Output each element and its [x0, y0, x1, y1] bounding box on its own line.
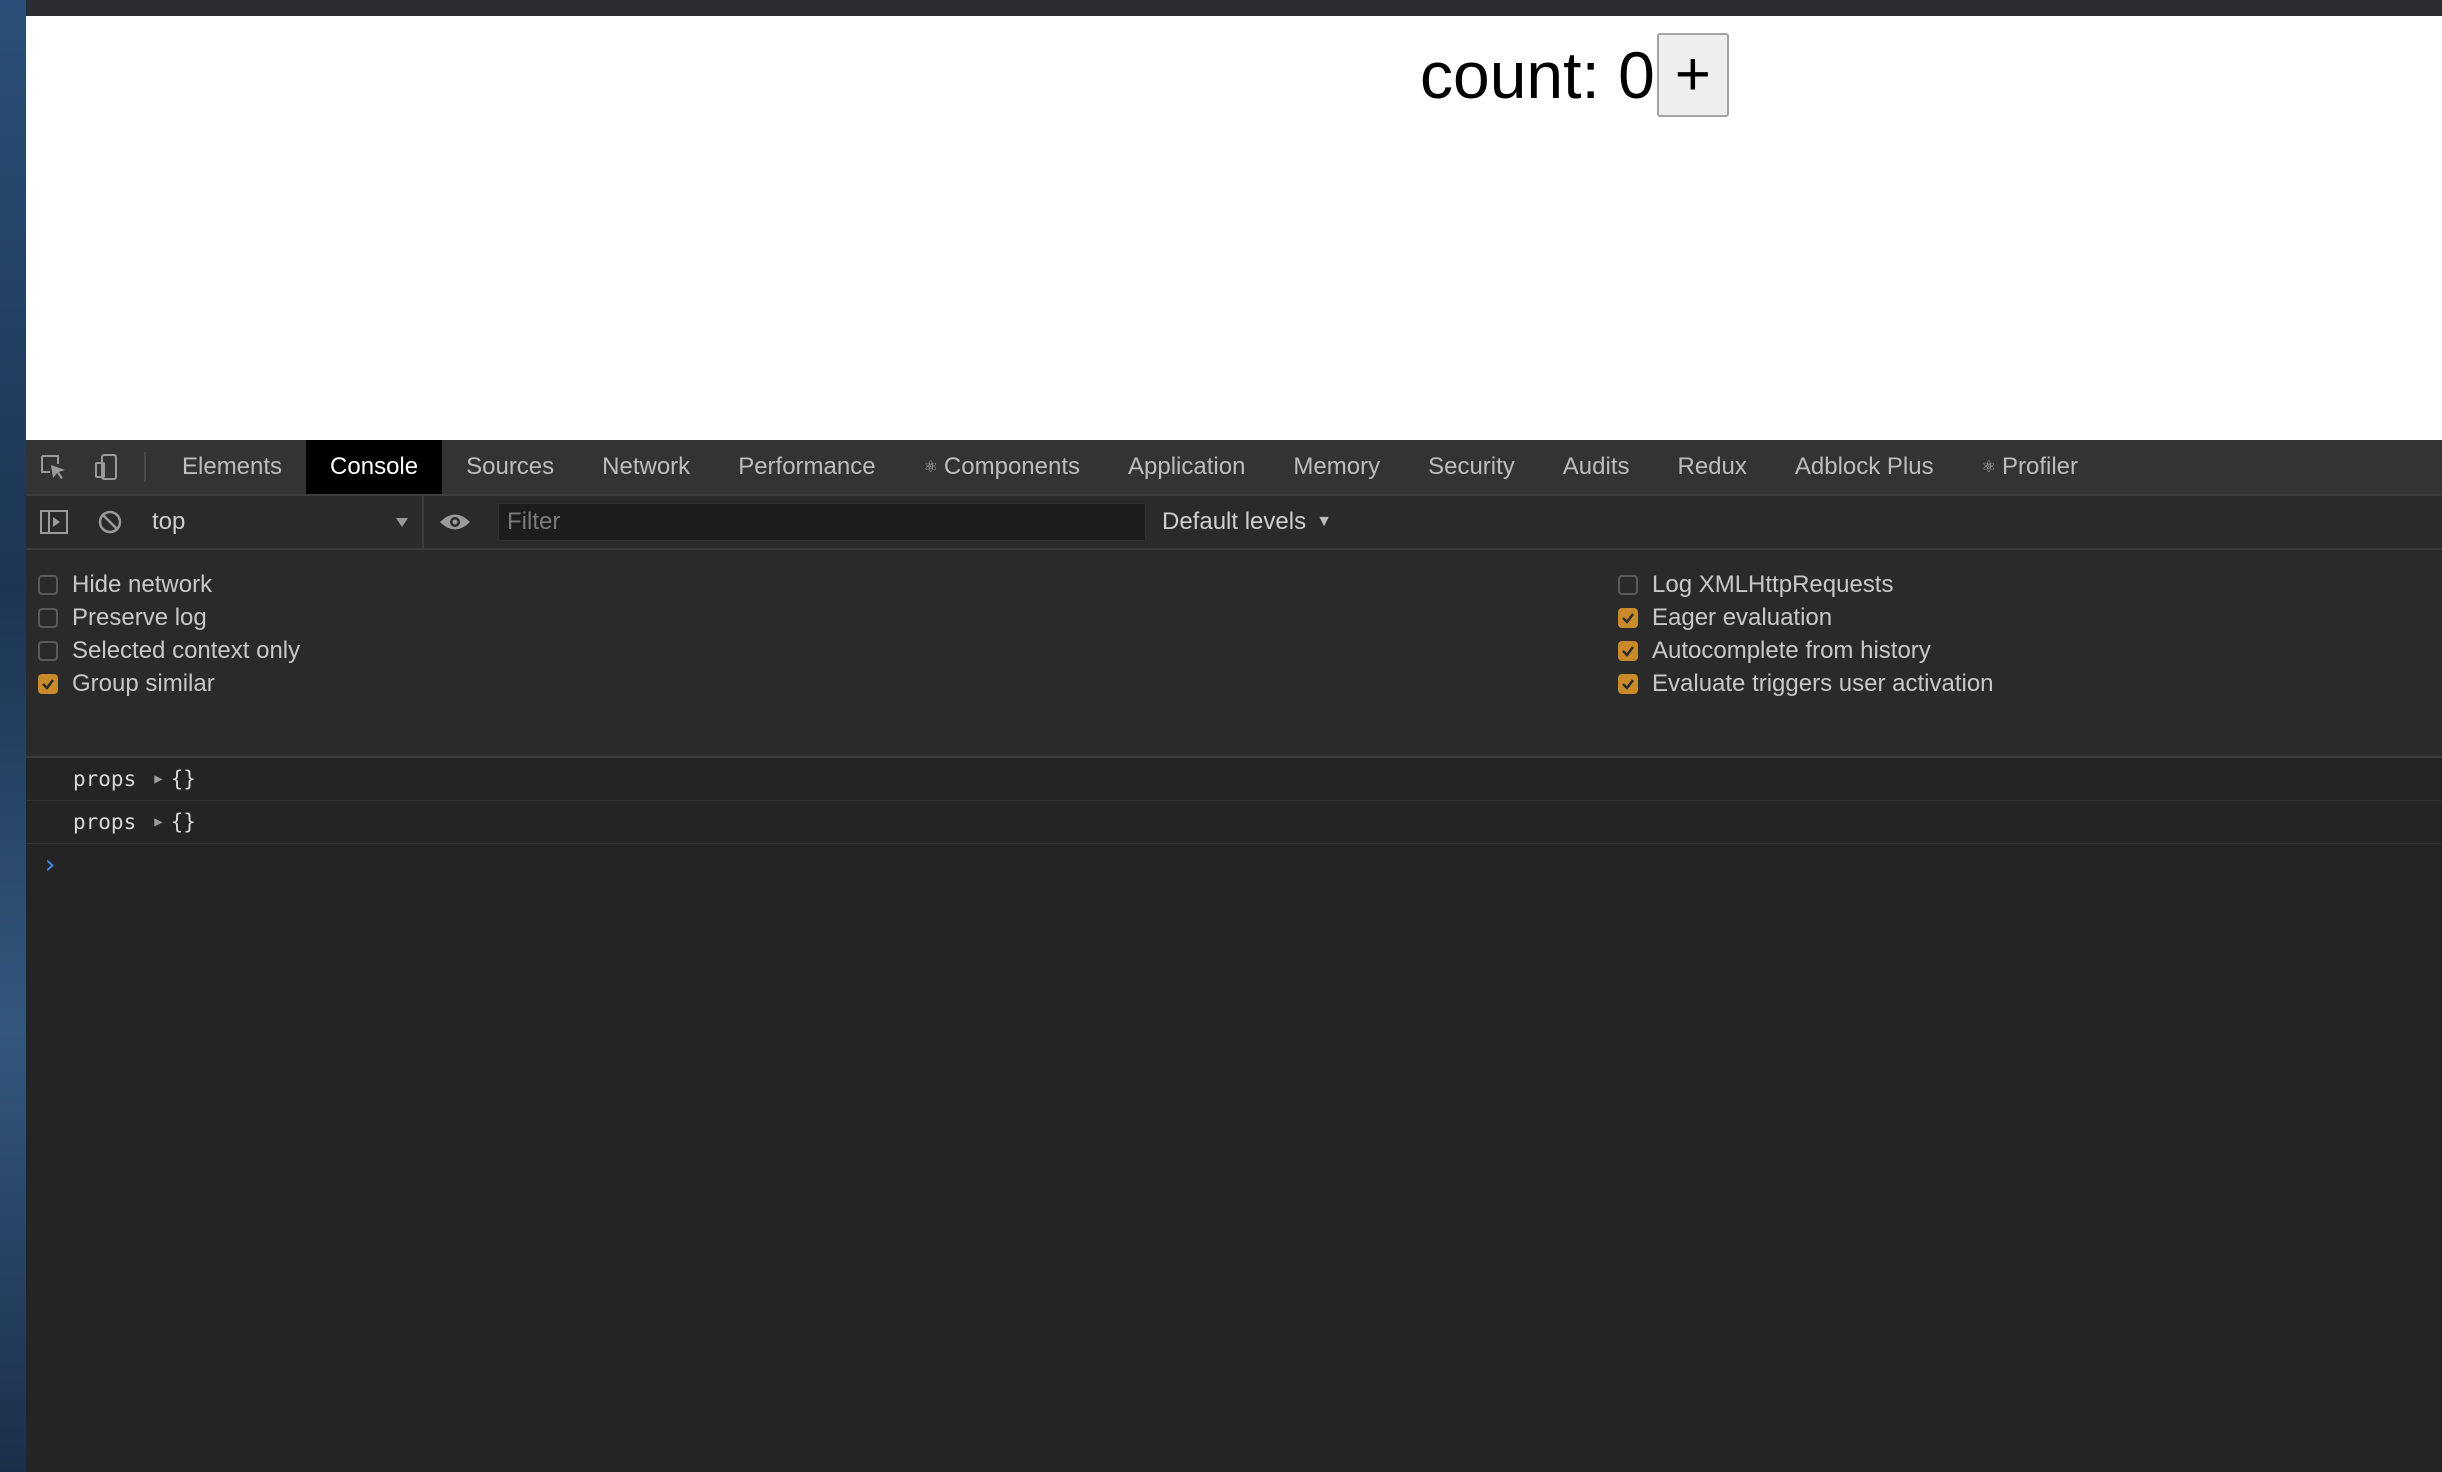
tab-network[interactable]: Network	[578, 440, 714, 494]
log-levels-label: Default levels	[1162, 508, 1307, 535]
console-settings: Hide network Preserve log Selected context…	[26, 550, 2442, 758]
setting-label: Preserve log	[72, 604, 207, 631]
browser-window: count: 0 + Elements Console Sources Network…	[26, 0, 2442, 1472]
counter: count: 0 +	[1420, 32, 1729, 118]
dropdown-arrow-icon: ▼	[1316, 513, 1332, 530]
inspect-element-icon[interactable]	[26, 440, 80, 494]
tab-sources[interactable]: Sources	[442, 440, 578, 494]
setting-label: Evaluate triggers user activation	[1652, 670, 1994, 697]
tab-label: Components	[943, 453, 1080, 480]
checkbox[interactable]	[38, 641, 58, 661]
setting-label: Group similar	[72, 670, 215, 697]
count-label: count: 0	[1420, 38, 1655, 112]
setting-group-similar[interactable]: Group similar	[38, 669, 215, 699]
console-prompt[interactable]: ›	[26, 844, 2442, 886]
setting-label: Autocomplete from history	[1652, 637, 1931, 664]
message-object[interactable]: {}	[171, 767, 196, 791]
console-message: props ▶ {}	[26, 758, 2442, 801]
setting-eager-evaluation[interactable]: Eager evaluation	[1618, 603, 1832, 633]
log-levels-dropdown[interactable]: Default levels ▼	[1162, 508, 1332, 536]
checkbox[interactable]	[38, 674, 58, 694]
setting-autocomplete-from-history[interactable]: Autocomplete from history	[1618, 636, 1931, 666]
tab-memory[interactable]: Memory	[1269, 440, 1404, 494]
tab-label: Profiler	[2001, 453, 2078, 480]
tab-performance[interactable]: Performance	[714, 440, 899, 494]
tab-adblock-plus[interactable]: Adblock Plus	[1771, 440, 1958, 494]
tab-label: Security	[1428, 453, 1515, 480]
device-toolbar-icon[interactable]	[80, 440, 134, 494]
page-viewport: count: 0 +	[26, 16, 2442, 440]
message-text: props	[73, 767, 137, 791]
sidebar-toggle-icon[interactable]	[26, 496, 82, 548]
setting-label: Eager evaluation	[1652, 604, 1833, 631]
tab-label: Adblock Plus	[1794, 453, 1934, 480]
tab-label: Console	[330, 453, 419, 480]
context-select-value: top	[152, 508, 186, 535]
tab-label: Elements	[182, 453, 283, 480]
context-select[interactable]: top	[138, 496, 424, 548]
checkbox[interactable]	[1618, 575, 1638, 595]
setting-preserve-log[interactable]: Preserve log	[38, 603, 207, 633]
tab-label: Network	[602, 453, 691, 480]
setting-label: Hide network	[72, 571, 213, 598]
live-expression-eye-icon[interactable]	[424, 496, 486, 548]
console-toolbar: top Default levels ▼	[26, 496, 2442, 550]
expand-triangle-icon[interactable]: ▶	[154, 814, 162, 830]
dropdown-arrow-icon	[396, 518, 408, 527]
setting-selected-context-only[interactable]: Selected context only	[38, 636, 300, 666]
message-object[interactable]: {}	[171, 810, 196, 834]
checkbox[interactable]	[1618, 608, 1638, 628]
console-messages: props ▶ {} props ▶ {}	[26, 758, 2442, 844]
tab-label: Audits	[1562, 453, 1630, 480]
checkbox[interactable]	[38, 575, 58, 595]
tab-redux[interactable]: Redux	[1654, 440, 1771, 494]
react-icon: ⚛	[923, 459, 938, 476]
increment-button[interactable]: +	[1656, 33, 1729, 117]
tab-label: Memory	[1293, 453, 1381, 480]
tab-bar-separator	[144, 452, 146, 482]
devtools-tab-bar: Elements Console Sources Network Performance…	[26, 440, 2442, 496]
devtools-tabs: Elements Console Sources Network Performance…	[158, 440, 2102, 494]
setting-label: Selected context only	[72, 637, 301, 664]
message-text: props	[73, 810, 137, 834]
tab-console[interactable]: Console	[306, 440, 443, 494]
tab-label: Application	[1128, 453, 1246, 480]
checkbox[interactable]	[38, 608, 58, 628]
devtools-panel: Elements Console Sources Network Performance…	[26, 440, 2442, 1472]
tab-label: Performance	[738, 453, 876, 480]
filter-input[interactable]	[498, 503, 1146, 541]
setting-log-xmlhttprequests[interactable]: Log XMLHttpRequests	[1618, 570, 1893, 600]
react-icon: ⚛	[1981, 459, 1996, 476]
tab-audits[interactable]: Audits	[1539, 440, 1654, 494]
checkbox[interactable]	[1618, 674, 1638, 694]
tab-security[interactable]: Security	[1404, 440, 1539, 494]
tab-label: Sources	[466, 453, 555, 480]
tab-components[interactable]: ⚛ Components	[900, 440, 1104, 494]
setting-hide-network[interactable]: Hide network	[38, 570, 212, 600]
tab-elements[interactable]: Elements	[158, 440, 306, 494]
console-message: props ▶ {}	[26, 801, 2442, 844]
tab-label: Redux	[1677, 453, 1747, 480]
checkbox[interactable]	[1618, 641, 1638, 661]
prompt-chevron-icon: ›	[42, 850, 58, 880]
tab-application[interactable]: Application	[1104, 440, 1269, 494]
window-top-bar	[26, 0, 2442, 16]
setting-label: Log XMLHttpRequests	[1652, 571, 1894, 598]
setting-evaluate-triggers-user-activation[interactable]: Evaluate triggers user activation	[1618, 669, 1994, 699]
clear-console-icon[interactable]	[82, 496, 138, 548]
expand-triangle-icon[interactable]: ▶	[154, 771, 162, 787]
desktop-background	[0, 0, 26, 1472]
tab-profiler[interactable]: ⚛ Profiler	[1958, 440, 2102, 494]
